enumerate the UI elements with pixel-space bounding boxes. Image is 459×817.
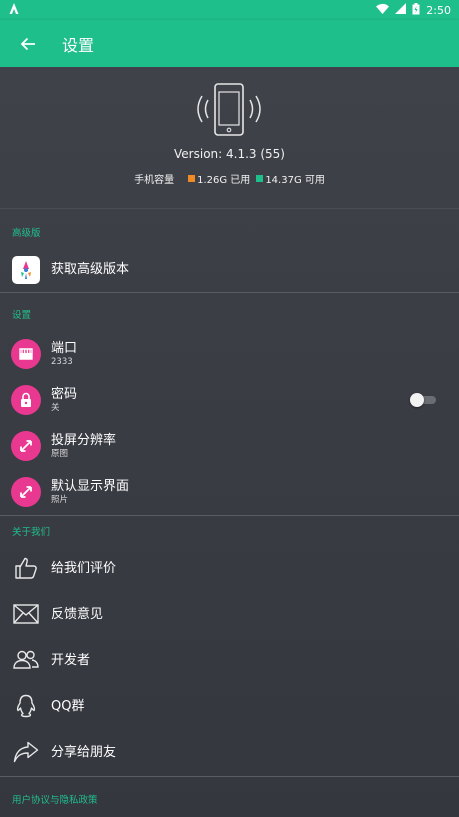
device-info-header: Version: 4.1.3 (55) 手机容量 1.26G 已用 14.37G… <box>0 67 459 208</box>
qq-group-item[interactable]: QQ群 <box>0 683 459 729</box>
page-title: 设置 <box>62 35 95 55</box>
settings-content[interactable]: Version: 4.1.3 (55) 手机容量 1.26G 已用 14.37G… <box>0 67 459 817</box>
battery-icon <box>412 2 420 18</box>
resolution-setting-item[interactable]: 投屏分辨率 原图 <box>0 423 459 469</box>
app-bar: 设置 <box>0 20 459 67</box>
premium-app-icon <box>11 255 40 284</box>
ethernet-port-icon <box>10 339 41 369</box>
section-label-policy[interactable]: 用户协议与隐私政策 <box>0 777 459 817</box>
developer-item[interactable]: 开发者 <box>0 637 459 683</box>
back-button[interactable] <box>0 20 56 67</box>
port-title: 端口 <box>51 341 78 356</box>
default-view-setting-item[interactable]: 默认显示界面 照片 <box>0 469 459 515</box>
storage-free: 14.37G 可用 <box>265 175 325 186</box>
share-arrow-icon <box>13 741 38 763</box>
password-toggle[interactable] <box>410 393 436 407</box>
password-title: 密码 <box>51 387 78 402</box>
resolution-value: 原图 <box>51 449 69 459</box>
section-label-about: 关于我们 <box>12 526 51 538</box>
section-label-settings: 设置 <box>12 310 32 321</box>
expand-arrows-icon <box>10 431 41 461</box>
feedback-label: 反馈意见 <box>51 606 104 622</box>
port-value: 2333 <box>51 357 73 367</box>
lock-icon <box>10 385 41 415</box>
phone-vibrate-icon <box>184 81 274 139</box>
status-bar: 2:50 <box>0 0 459 20</box>
port-setting-item[interactable]: 端口 2333 <box>0 331 459 377</box>
free-legend-swatch <box>256 175 264 182</box>
status-time: 2:50 <box>426 3 451 17</box>
default-view-title: 默认显示界面 <box>51 479 130 494</box>
version-text: Version: 4.1.3 (55) <box>174 147 285 161</box>
get-premium-item[interactable]: 获取高级版本 <box>0 249 459 290</box>
wifi-icon <box>376 3 390 17</box>
resolution-title: 投屏分辨率 <box>51 433 117 448</box>
password-setting-item[interactable]: 密码 关 <box>0 377 459 423</box>
share-label: 分享给朋友 <box>51 744 117 760</box>
rate-us-item[interactable]: 给我们评价 <box>0 545 459 591</box>
storage-label: 手机容量 <box>134 175 175 186</box>
back-arrow-icon <box>20 37 35 50</box>
envelope-icon <box>12 604 39 624</box>
qq-penguin-icon <box>16 694 35 718</box>
people-icon <box>12 650 39 669</box>
signal-icon <box>395 3 407 17</box>
section-label-premium: 高级版 <box>12 228 41 239</box>
thumbs-up-icon <box>14 557 37 579</box>
developer-label: 开发者 <box>51 652 91 668</box>
status-icons: 2:50 <box>376 2 451 18</box>
expand-arrows-icon <box>10 477 41 507</box>
share-item[interactable]: 分享给朋友 <box>0 729 459 775</box>
used-legend-swatch <box>188 175 196 182</box>
notification-icon <box>9 2 19 18</box>
password-value: 关 <box>51 403 60 413</box>
storage-used: 1.26G 已用 <box>197 175 251 186</box>
feedback-item[interactable]: 反馈意见 <box>0 591 459 637</box>
storage-info: 手机容量 1.26G 已用 14.37G 可用 <box>0 171 459 186</box>
qq-group-label: QQ群 <box>51 698 85 714</box>
rate-us-label: 给我们评价 <box>51 560 117 576</box>
default-view-value: 照片 <box>51 495 69 505</box>
get-premium-label: 获取高级版本 <box>51 262 130 277</box>
